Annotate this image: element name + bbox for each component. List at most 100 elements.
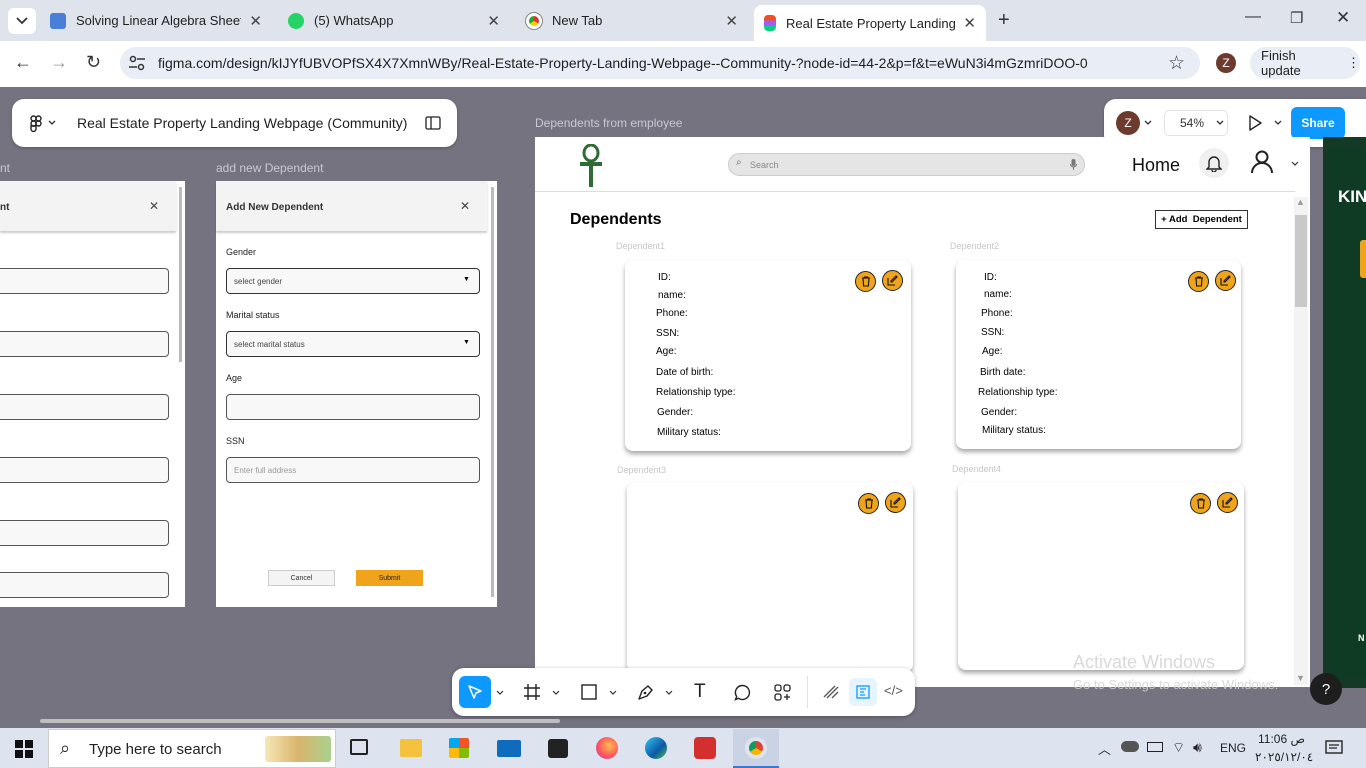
bookmark-star-icon[interactable]: ☆: [1168, 52, 1185, 75]
tab-new-tab[interactable]: New Tab ✕: [516, 6, 748, 35]
design-mode-button[interactable]: [849, 678, 877, 706]
share-button[interactable]: Share: [1291, 107, 1345, 139]
text-tool-icon[interactable]: T: [694, 681, 706, 703]
chevron-down-icon[interactable]: [1274, 120, 1282, 126]
search-bar[interactable]: ⌕ Search: [728, 153, 1085, 176]
add-dependent-button[interactable]: + Add Dependent: [1155, 210, 1248, 229]
close-icon[interactable]: ✕: [149, 199, 159, 213]
marital-status-select[interactable]: select marital status ▼: [226, 331, 480, 357]
age-input[interactable]: [226, 394, 480, 420]
close-window-button[interactable]: ✕: [1336, 8, 1350, 28]
chevron-down-icon[interactable]: [48, 120, 56, 126]
chevron-down-icon[interactable]: [552, 690, 560, 695]
close-icon[interactable]: ✕: [487, 12, 500, 30]
taskbar-search[interactable]: ⌕ Type here to search: [48, 729, 336, 768]
scrollbar-thumb[interactable]: [1295, 215, 1307, 307]
figma-menu-icon[interactable]: [30, 115, 42, 132]
scrollbar[interactable]: [491, 187, 494, 597]
edit-button[interactable]: [885, 492, 906, 513]
edge-icon[interactable]: [645, 737, 667, 759]
scrollbar-up-arrow[interactable]: ▲: [1296, 197, 1305, 207]
move-tool-button[interactable]: [459, 676, 491, 708]
chrome-taskbar-icon[interactable]: [733, 729, 779, 768]
help-button[interactable]: ?: [1310, 673, 1342, 705]
mail-icon[interactable]: [497, 740, 521, 757]
gender-select[interactable]: select gender ▼: [226, 268, 480, 294]
tray-chevron-icon[interactable]: ︿: [1098, 739, 1111, 758]
clock-time[interactable]: 11:06 ص: [1258, 732, 1305, 746]
delete-button[interactable]: [1188, 271, 1209, 292]
chevron-down-icon[interactable]: [609, 690, 617, 695]
forward-arrow-icon[interactable]: →: [50, 52, 68, 73]
app-icon[interactable]: [548, 739, 568, 758]
wifi-icon[interactable]: ⌔: [1172, 739, 1185, 757]
comment-tool-icon[interactable]: [734, 684, 751, 701]
rectangle-tool-icon[interactable]: [581, 684, 597, 700]
chevron-down-icon[interactable]: [665, 690, 673, 695]
input-field[interactable]: [0, 457, 169, 483]
profile-avatar[interactable]: Z: [1216, 53, 1236, 73]
input-field[interactable]: [0, 572, 169, 598]
windows-start-icon[interactable]: [15, 740, 33, 758]
frame-tool-icon[interactable]: [524, 684, 540, 700]
sidebar-toggle-icon[interactable]: [425, 116, 441, 130]
file-explorer-icon[interactable]: [400, 739, 422, 757]
tab-figma[interactable]: Real Estate Property Landing W ✕: [754, 5, 986, 41]
dependent-card[interactable]: ID: name: Phone: SSN: Age: Date of birth…: [625, 260, 911, 451]
user-icon[interactable]: [1251, 150, 1273, 174]
pen-tool-icon[interactable]: [637, 684, 654, 701]
reload-icon[interactable]: ↻: [86, 52, 101, 73]
site-settings-icon[interactable]: [128, 55, 146, 71]
edit-button[interactable]: [882, 270, 903, 291]
input-field[interactable]: [0, 394, 169, 420]
dev-mode-icon[interactable]: </>: [884, 683, 903, 698]
notification-bell-icon[interactable]: [1199, 148, 1229, 178]
scrollbar-down-arrow[interactable]: ▼: [1296, 673, 1305, 683]
language-indicator[interactable]: ENG: [1220, 741, 1246, 755]
notification-center-icon[interactable]: [1325, 740, 1343, 756]
frame-left-partial[interactable]: nt ✕: [0, 181, 185, 607]
close-icon[interactable]: ✕: [249, 12, 262, 30]
frame-label-left[interactable]: nt: [0, 161, 10, 175]
delete-button[interactable]: [855, 271, 876, 292]
edit-button[interactable]: [1217, 492, 1238, 513]
new-tab-button[interactable]: +: [998, 9, 1010, 32]
volume-icon[interactable]: 🔊︎: [1193, 739, 1202, 756]
input-field[interactable]: [0, 520, 169, 546]
close-icon[interactable]: ✕: [460, 199, 470, 213]
frame-add-new-dependent[interactable]: Add New Dependent ✕ Gender select gender…: [216, 181, 497, 607]
zoom-dropdown[interactable]: 54%: [1164, 110, 1228, 136]
firefox-icon[interactable]: [596, 737, 618, 759]
chevron-down-icon[interactable]: [496, 690, 504, 695]
minimize-button[interactable]: —: [1245, 8, 1261, 26]
submit-button[interactable]: Submit: [356, 570, 423, 586]
frame-right-partial[interactable]: KIN N: [1323, 137, 1366, 688]
cloud-icon[interactable]: [1121, 741, 1139, 752]
present-play-icon[interactable]: [1248, 115, 1262, 131]
tab-search-button[interactable]: [8, 8, 36, 34]
tab-linear-algebra[interactable]: Solving Linear Algebra Sheet 8 ✕: [40, 6, 272, 35]
edit-button[interactable]: [1215, 270, 1236, 291]
cancel-button[interactable]: Cancel: [268, 570, 335, 586]
frame-label-dependents[interactable]: Dependents from employee: [535, 116, 682, 130]
dependent-card[interactable]: [627, 482, 913, 672]
home-link[interactable]: Home: [1132, 155, 1180, 176]
battery-icon[interactable]: [1147, 742, 1163, 752]
maximize-button[interactable]: ❐: [1290, 9, 1303, 27]
frame-dependents[interactable]: ⌕ Search Home Dependents + Add Dependent…: [535, 137, 1310, 687]
clock-date[interactable]: ٢٠٢٥/١٢/٠٤: [1255, 750, 1313, 764]
finish-update-button[interactable]: Finish update ⋮: [1250, 47, 1360, 79]
frame-label-add-new[interactable]: add new Dependent: [216, 161, 323, 175]
canvas-horizontal-scrollbar[interactable]: [40, 719, 560, 723]
close-icon[interactable]: ✕: [725, 12, 738, 30]
input-field[interactable]: [0, 268, 169, 294]
close-icon[interactable]: ✕: [963, 14, 976, 32]
chevron-down-icon[interactable]: [1144, 120, 1152, 126]
draw-mode-icon[interactable]: [823, 685, 839, 699]
delete-button[interactable]: [1190, 493, 1211, 514]
ssn-input[interactable]: Enter full address: [226, 457, 480, 483]
input-field[interactable]: [0, 331, 169, 357]
dependent-card[interactable]: ID: name: Phone: SSN: Age: Birth date: R…: [956, 260, 1241, 449]
user-avatar[interactable]: Z: [1116, 111, 1140, 135]
file-name[interactable]: Real Estate Property Landing Webpage (Co…: [77, 115, 407, 131]
